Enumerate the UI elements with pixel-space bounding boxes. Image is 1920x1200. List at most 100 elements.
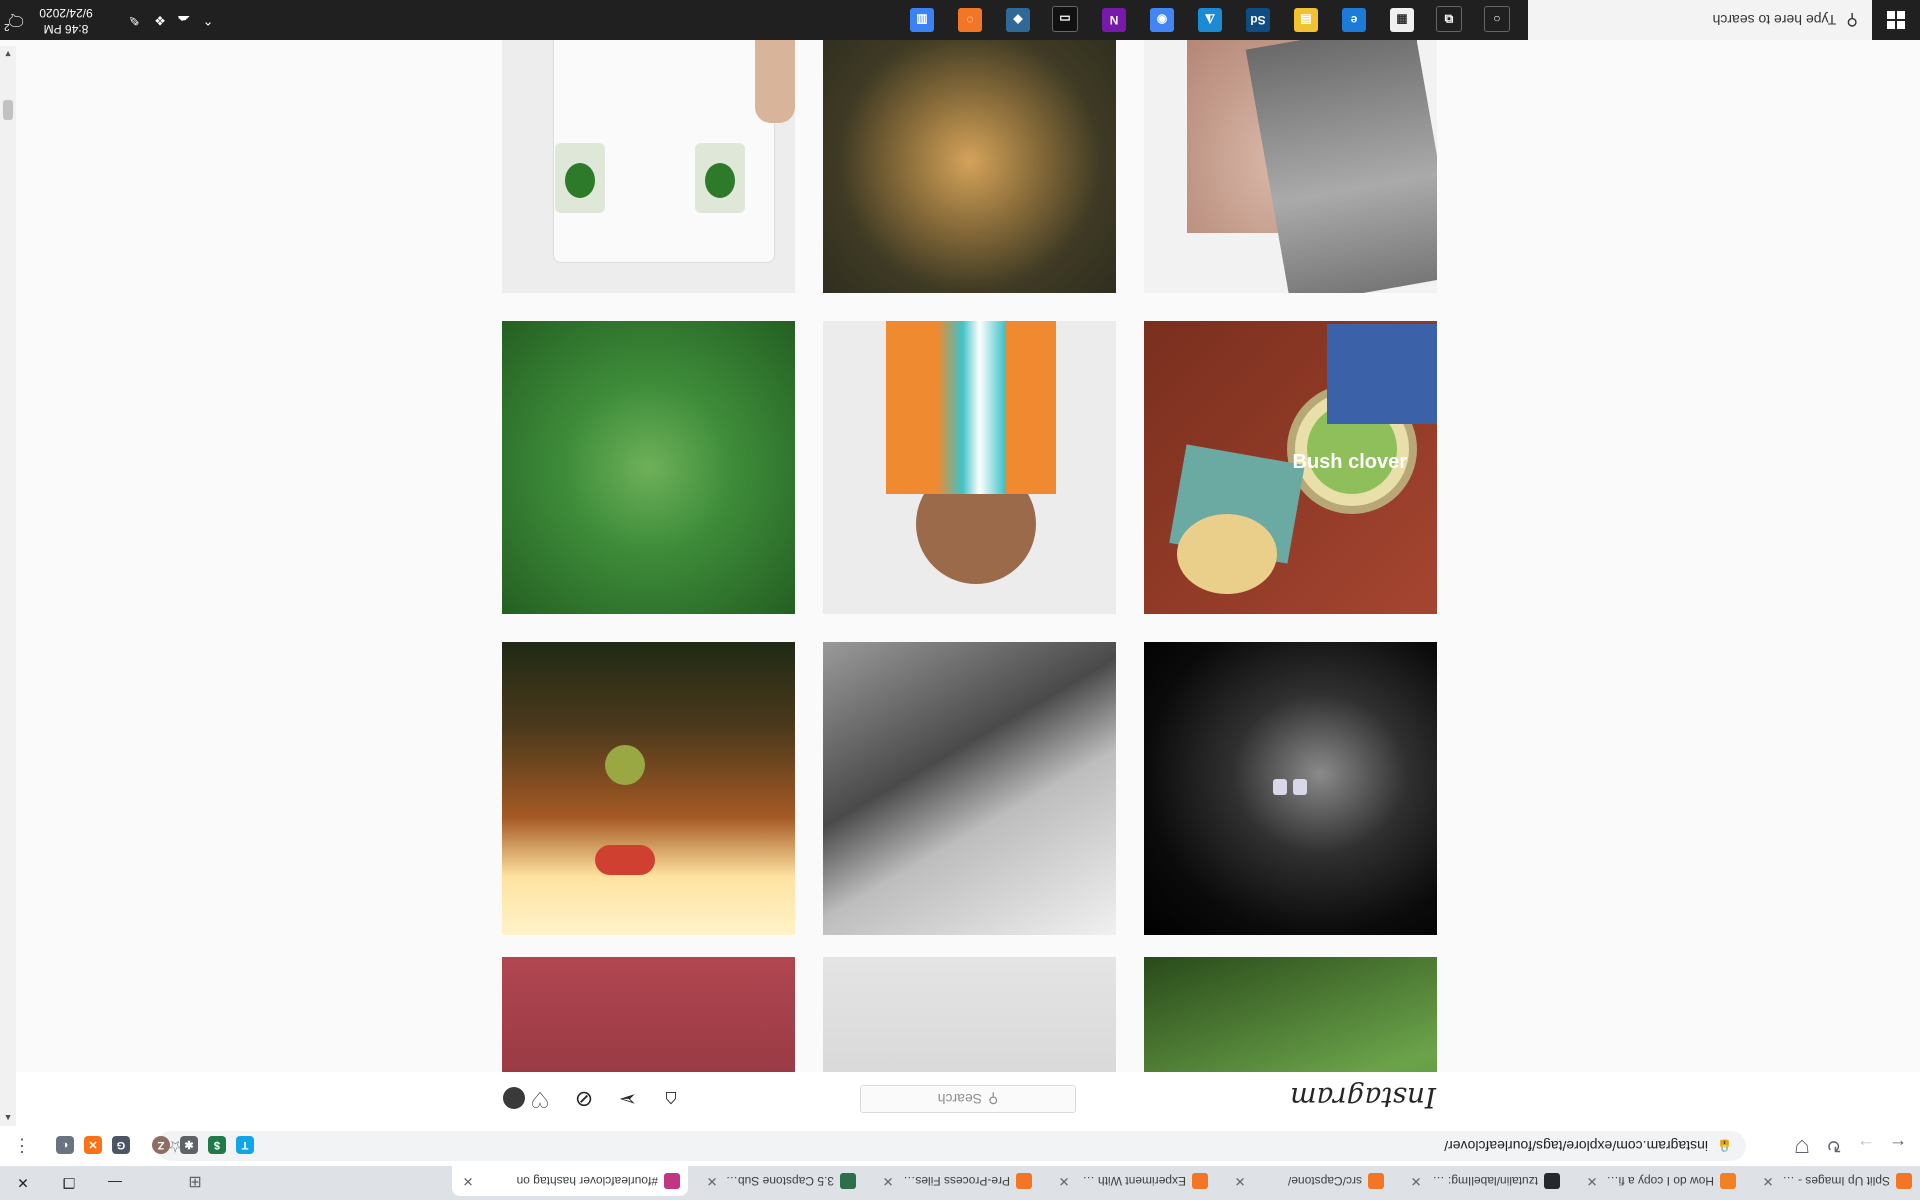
x-extension-icon[interactable]: ✕ — [84, 1136, 102, 1154]
close-tab-icon[interactable]: ✕ — [1232, 1173, 1248, 1189]
onedrive-icon[interactable]: ☁ — [174, 10, 194, 30]
translate-extension-icon[interactable]: T — [236, 1136, 254, 1154]
close-tab-icon[interactable]: ✕ — [1408, 1173, 1424, 1189]
post-thumbnail[interactable] — [1144, 642, 1437, 935]
instagram-header: Instagram ⚲ Search ⌂ ➢ ⊘ ♡ — [0, 1071, 1920, 1126]
calculator-icon[interactable]: ▥ — [910, 8, 934, 32]
page-scrollbar[interactable]: ▲ ▼ — [0, 46, 16, 1126]
edge-icon[interactable]: e — [1342, 8, 1366, 32]
photos-icon[interactable]: ◮ — [1198, 8, 1222, 32]
profile-avatar-icon[interactable]: Z — [152, 1136, 170, 1154]
close-window-icon[interactable]: ✕ — [0, 1166, 46, 1200]
tab-favicon-icon — [1368, 1173, 1384, 1189]
post-thumbnail[interactable] — [502, 642, 795, 935]
lock-icon: 🔒 — [1717, 1139, 1732, 1153]
dollar-extension-icon[interactable]: $ — [208, 1136, 226, 1154]
address-bar[interactable]: 🔒 instagram.com/explore/tags/fourleafclo… — [156, 1131, 1746, 1161]
minimize-icon[interactable]: — — [92, 1166, 138, 1200]
taskbar-search-input[interactable]: ⚲ Type here to search — [1528, 0, 1872, 40]
menu-kebab-icon[interactable]: ⋮ — [8, 1132, 36, 1160]
post-thumbnail[interactable] — [502, 321, 795, 614]
terminal-icon[interactable]: ▭ — [1052, 6, 1078, 32]
address-url: instagram.com/explore/tags/fourleafclove… — [1444, 1138, 1708, 1154]
post-thumbnail[interactable]: Bush clover — [1144, 321, 1437, 614]
python-icon[interactable]: ◆ — [1006, 8, 1030, 32]
browser-toolbar: ← → ↻ ⛉ 🔒 instagram.com/explore/tags/fou… — [0, 1125, 1920, 1166]
explore-compass-icon[interactable]: ⊘ — [570, 1085, 598, 1113]
post-thumbnail[interactable] — [823, 642, 1116, 935]
windows-taskbar: ⚲ Type here to search ○ ⧉ ▦ e ▤ Sd ◮ ◉ N ▭ ◆ ◌ ▥ ⌃ ☁… — [0, 0, 1920, 40]
browser-tab[interactable]: Experiment With Different ✕ — [1048, 1166, 1216, 1196]
scroll-up-icon[interactable]: ▲ — [0, 1110, 16, 1126]
post-thumbnail[interactable] — [823, 321, 1116, 614]
sd-icon[interactable]: Sd — [1246, 8, 1270, 32]
tab-title: src/Capstone/ — [1287, 1174, 1362, 1188]
scrollbar-thumb[interactable] — [3, 100, 13, 120]
show-hidden-icons-icon[interactable]: ⌃ — [198, 10, 218, 30]
notifications-icon[interactable]: 🗨 2 — [4, 10, 28, 32]
close-tab-icon[interactable]: ✕ — [1584, 1173, 1600, 1189]
tab-title: How do I copy a file in Pyth — [1604, 1174, 1714, 1188]
instagram-logo[interactable]: Instagram — [1290, 1081, 1436, 1114]
activity-heart-icon[interactable]: ♡ — [526, 1085, 554, 1113]
onenote-icon[interactable]: N — [1102, 8, 1126, 32]
tab-title: tzutalin/labelImg: Labe — [1428, 1174, 1538, 1188]
jupyter-icon[interactable]: ◌ — [958, 8, 982, 32]
home-icon[interactable]: ⌂ — [657, 1085, 685, 1113]
close-tab-icon[interactable]: ✕ — [1056, 1173, 1072, 1189]
clock-date: 9/24/2020 — [39, 6, 93, 20]
direct-message-icon[interactable]: ➢ — [614, 1085, 642, 1113]
tab-title: 3.5 Capstone Submission - — [724, 1174, 834, 1188]
back-icon[interactable]: ← — [1884, 1132, 1912, 1160]
file-explorer-icon[interactable]: ▤ — [1294, 8, 1318, 32]
tab-favicon-icon — [840, 1173, 856, 1189]
close-tab-icon[interactable]: ✕ — [1760, 1173, 1776, 1189]
restore-icon[interactable]: ❐ — [46, 1166, 92, 1200]
post-thumbnail[interactable] — [502, 0, 795, 293]
pen-icon[interactable]: ✎ — [124, 10, 144, 30]
notification-count: 2 — [4, 21, 10, 32]
search-placeholder: Search — [937, 1091, 983, 1107]
tab-title: Pre-Process Files - Jupyter — [900, 1174, 1010, 1188]
close-tab-icon[interactable]: ✕ — [880, 1173, 896, 1189]
store-icon[interactable]: ▦ — [1390, 8, 1414, 32]
post-thumbnail[interactable] — [502, 957, 795, 1072]
forward-icon[interactable]: → — [1852, 1132, 1880, 1160]
post-thumbnail[interactable] — [823, 0, 1116, 293]
post-thumbnail[interactable] — [1144, 957, 1437, 1072]
browser-tab[interactable]: 3.5 Capstone Submission - ✕ — [696, 1166, 864, 1196]
task-view-icon[interactable]: ⧉ — [1436, 6, 1462, 32]
browser-tab[interactable]: How do I copy a file in Pyth ✕ — [1576, 1166, 1744, 1196]
scroll-down-icon[interactable]: ▼ — [0, 46, 16, 62]
browser-tab[interactable]: Pre-Process Files - Jupyter ✕ — [872, 1166, 1040, 1196]
browser-tab[interactable]: Split Up Images - Jupyter N ✕ — [1752, 1166, 1920, 1196]
search-icon: ⚲ — [988, 1091, 999, 1108]
browser-tab-active[interactable]: #fourleafclover hashtag on ✕ — [452, 1166, 688, 1196]
reload-icon[interactable]: ↻ — [1820, 1132, 1848, 1160]
tab-favicon-icon — [1192, 1173, 1208, 1189]
cortana-icon[interactable]: ○ — [1484, 6, 1510, 32]
taskbar-clock[interactable]: 8:46 PM 9/24/2020 — [26, 3, 106, 37]
chrome-icon[interactable]: ◉ — [1150, 8, 1174, 32]
browser-tab[interactable]: src/Capstone/ ✕ — [1224, 1166, 1392, 1196]
tab-favicon-icon — [664, 1173, 680, 1189]
close-tab-icon[interactable]: ✕ — [704, 1173, 720, 1189]
tab-title: #fourleafclover hashtag on — [516, 1174, 658, 1188]
circle-extension-icon[interactable]: ◐ — [56, 1136, 74, 1154]
close-tab-icon[interactable]: ✕ — [460, 1173, 476, 1189]
explore-content: Bush clover — [0, 0, 1920, 1072]
post-thumbnail[interactable] — [823, 957, 1116, 1072]
shield-icon[interactable]: ⛉ — [1788, 1132, 1816, 1160]
puzzle-extension-icon[interactable]: ✱ — [180, 1136, 198, 1154]
instagram-search-input[interactable]: ⚲ Search — [860, 1085, 1076, 1113]
search-icon: ⚲ — [1846, 11, 1858, 28]
start-button[interactable] — [1872, 0, 1920, 40]
dropbox-icon[interactable]: ❖ — [150, 10, 170, 30]
tab-search-icon[interactable]: ⊞ — [180, 1170, 210, 1194]
post-overlay-text: Bush clover — [1292, 451, 1407, 473]
browser-tab[interactable]: tzutalin/labelImg: Labe ✕ — [1400, 1166, 1568, 1196]
post-thumbnail[interactable] — [1144, 0, 1437, 293]
tab-favicon-icon — [1896, 1173, 1912, 1189]
g-extension-icon[interactable]: G — [112, 1136, 130, 1154]
profile-avatar[interactable] — [503, 1087, 525, 1109]
